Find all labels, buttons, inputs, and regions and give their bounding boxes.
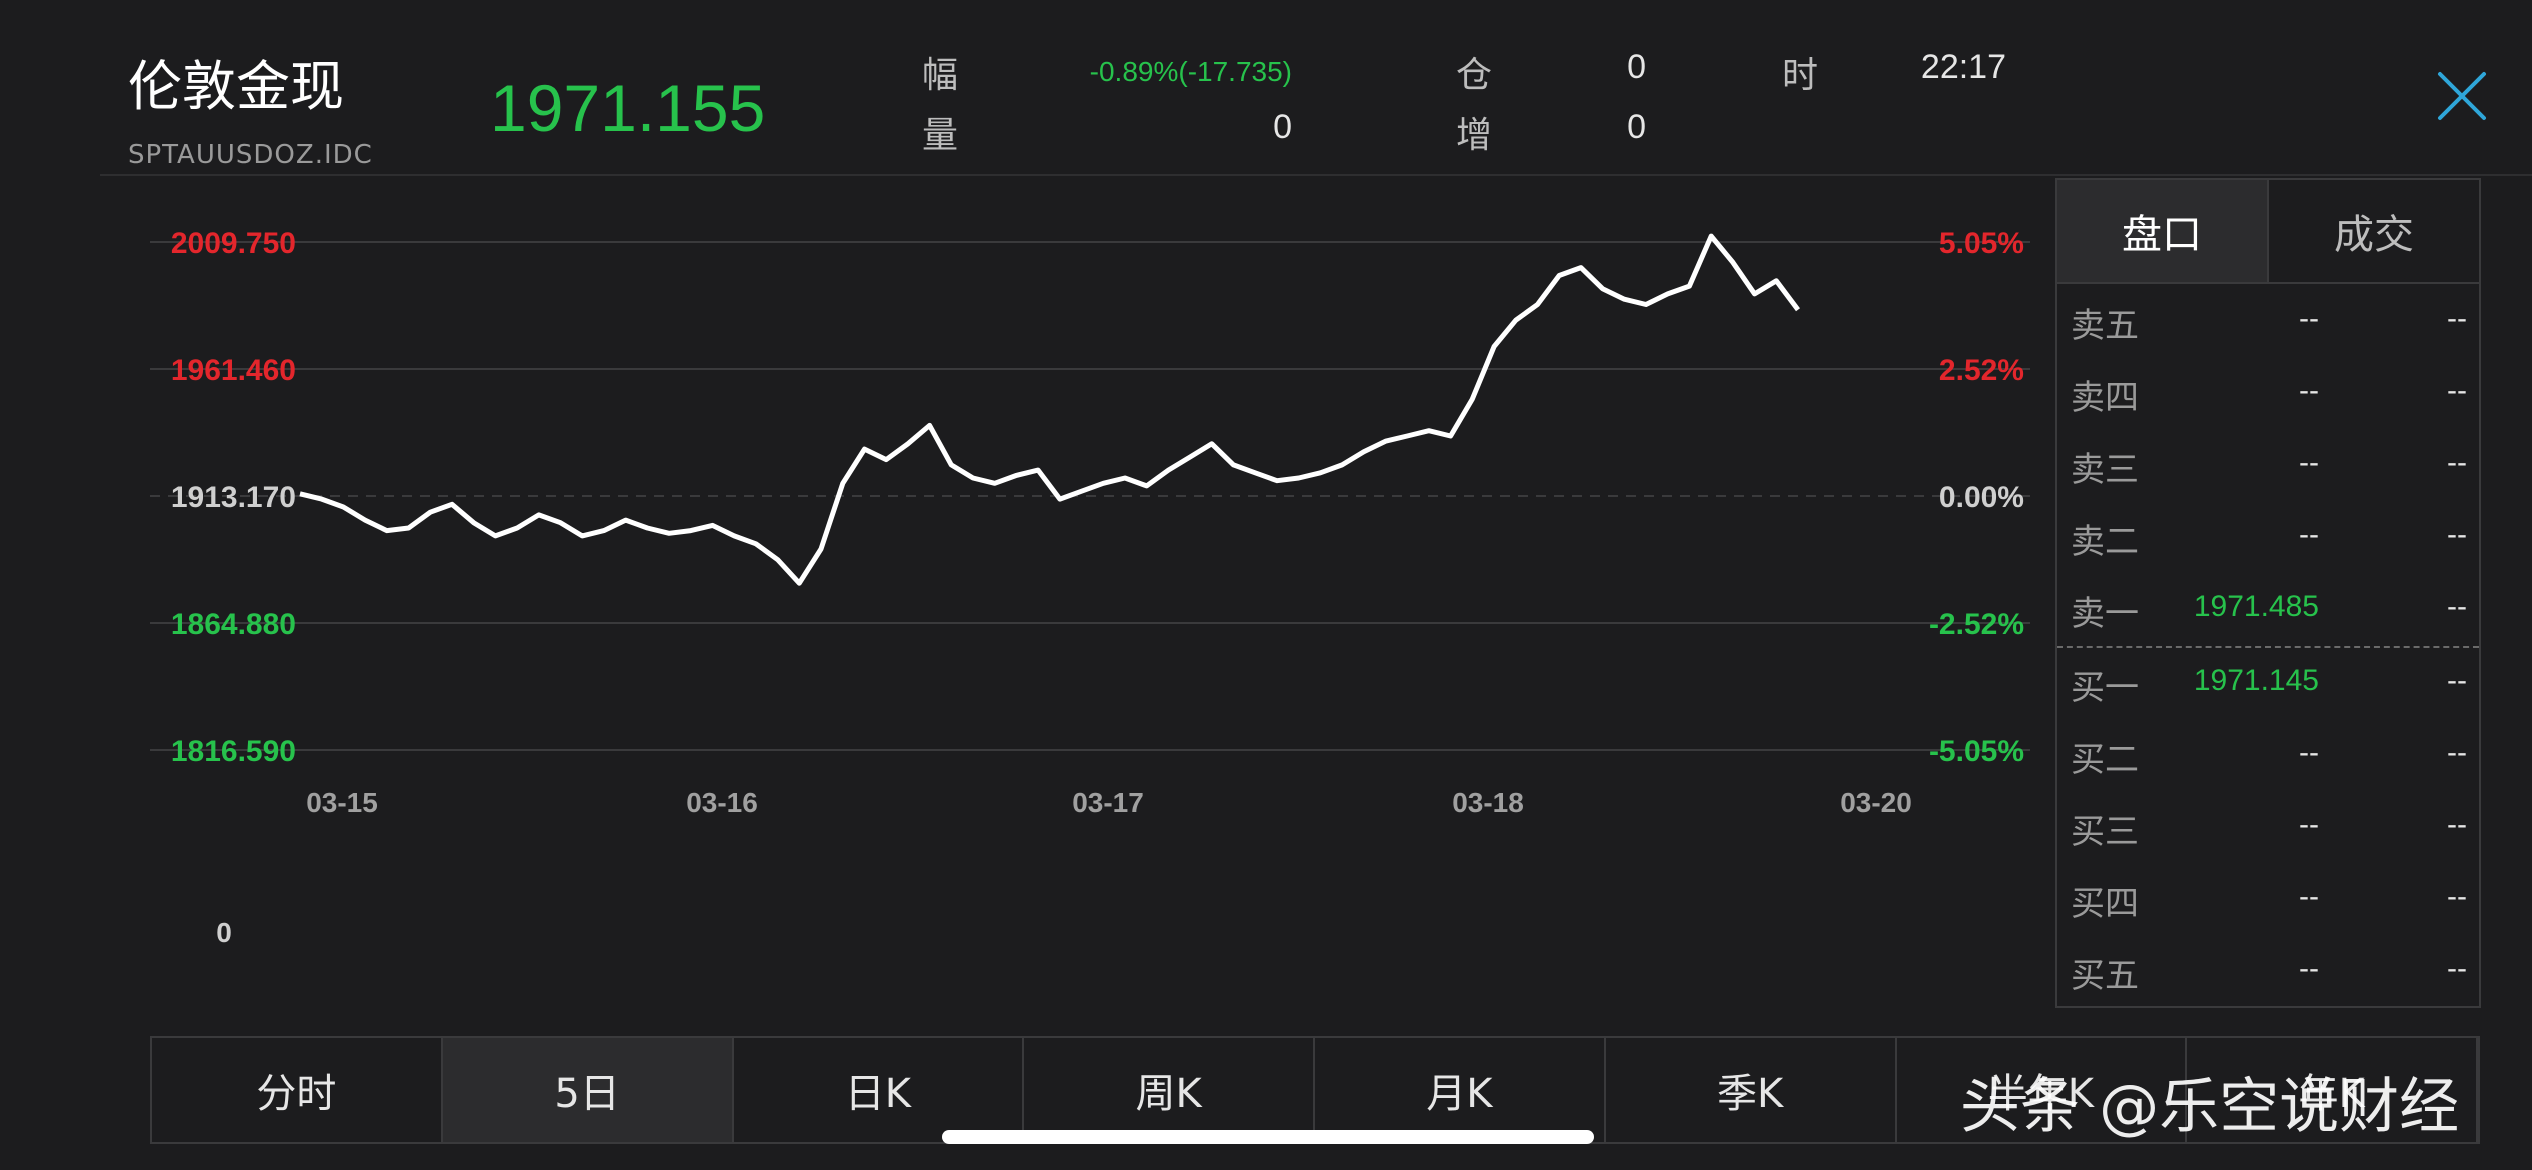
tab-order-book[interactable]: 盘口 bbox=[2057, 180, 2269, 282]
chart-grid bbox=[150, 241, 2030, 751]
order-book-volume: -- bbox=[2447, 302, 2467, 335]
x-tick: 03-15 bbox=[306, 787, 378, 818]
order-book-panel: 盘口 成交 卖五 -- -- 卖四 -- -- 卖三 -- -- 卖二 -- -- 卖一 1971.485… bbox=[2055, 178, 2481, 1008]
order-book-price: -- bbox=[2299, 374, 2319, 407]
order-book-row: 卖四 -- -- bbox=[2057, 358, 2479, 430]
y-tick-left: 1816.590 bbox=[171, 735, 296, 768]
home-indicator[interactable] bbox=[942, 1130, 1594, 1144]
order-book-level-label: 卖五 bbox=[2071, 306, 2139, 346]
order-book-volume: -- bbox=[2447, 518, 2467, 551]
order-book-price: -- bbox=[2299, 808, 2319, 841]
period-tab[interactable]: 日K bbox=[734, 1038, 1025, 1142]
order-book-volume: -- bbox=[2447, 446, 2467, 479]
y-tick-left: 1864.880 bbox=[171, 608, 296, 641]
order-book-tabs: 盘口 成交 bbox=[2057, 180, 2479, 284]
order-book-level-label: 买四 bbox=[2071, 884, 2139, 924]
x-axis: 03-15 03-16 03-17 03-18 03-20 bbox=[306, 787, 1912, 818]
y-tick-right: 2.52% bbox=[1939, 354, 2024, 387]
watermark-text: 头条 @乐空说财经 bbox=[1960, 1072, 2460, 1142]
order-book-volume: -- bbox=[2447, 590, 2467, 623]
order-book-level-label: 卖四 bbox=[2071, 378, 2139, 418]
period-tab[interactable]: 周K bbox=[1024, 1038, 1315, 1142]
order-book-volume: -- bbox=[2447, 374, 2467, 407]
order-book-price: -- bbox=[2299, 736, 2319, 769]
order-book-price: -- bbox=[2299, 302, 2319, 335]
order-book-row: 买一 1971.145 -- bbox=[2057, 648, 2479, 720]
order-book-price: 1971.145 bbox=[2193, 664, 2319, 697]
order-book-row: 卖一 1971.485 -- bbox=[2057, 574, 2479, 646]
y-tick-right: 5.05% bbox=[1939, 227, 2024, 260]
order-book-volume: -- bbox=[2447, 736, 2467, 769]
x-tick: 03-17 bbox=[1072, 787, 1144, 818]
order-book-volume: -- bbox=[2447, 808, 2467, 841]
x-tick: 03-16 bbox=[686, 787, 758, 818]
order-book-row: 买四 -- -- bbox=[2057, 864, 2479, 936]
y-axis-right: 5.05% 2.52% 0.00% -2.52% -5.05% bbox=[1929, 227, 2024, 768]
order-book-row: 买二 -- -- bbox=[2057, 720, 2479, 792]
order-book-level-label: 卖三 bbox=[2071, 450, 2139, 490]
order-book-price: -- bbox=[2299, 446, 2319, 479]
order-book-row: 卖五 -- -- bbox=[2057, 286, 2479, 358]
order-book-level-label: 买一 bbox=[2071, 668, 2139, 708]
order-book-row: 买五 -- -- bbox=[2057, 936, 2479, 1008]
order-book-row: 卖三 -- -- bbox=[2057, 430, 2479, 502]
y-tick-right: -2.52% bbox=[1929, 608, 2024, 641]
order-book-volume: -- bbox=[2447, 952, 2467, 985]
order-book-price: -- bbox=[2299, 880, 2319, 913]
order-book-level-label: 买三 bbox=[2071, 812, 2139, 852]
price-line-series bbox=[299, 233, 1800, 586]
order-book-volume: -- bbox=[2447, 880, 2467, 913]
order-book-price: -- bbox=[2299, 952, 2319, 985]
y-tick-left: 1961.460 bbox=[171, 354, 296, 387]
tab-trades[interactable]: 成交 bbox=[2269, 180, 2479, 282]
order-book-price: 1971.485 bbox=[2193, 590, 2319, 623]
order-book-price: -- bbox=[2299, 518, 2319, 551]
volume-axis-label: 0 bbox=[216, 917, 232, 948]
y-tick-left: 2009.750 bbox=[171, 227, 296, 260]
x-tick: 03-20 bbox=[1840, 787, 1912, 818]
period-tab[interactable]: 月K bbox=[1315, 1038, 1606, 1142]
order-book-level-label: 卖二 bbox=[2071, 522, 2139, 562]
period-tab[interactable]: 季K bbox=[1606, 1038, 1897, 1142]
order-book-level-label: 买五 bbox=[2071, 956, 2139, 996]
y-tick-left: 1913.170 bbox=[171, 481, 296, 514]
x-tick: 03-18 bbox=[1452, 787, 1524, 818]
order-book-rows: 卖五 -- -- 卖四 -- -- 卖三 -- -- 卖二 -- -- 卖一 1971.485 -- 买一 19… bbox=[2057, 286, 2479, 1008]
y-tick-right: -5.05% bbox=[1929, 735, 2024, 768]
period-tab[interactable]: 分时 bbox=[152, 1038, 443, 1142]
y-axis-left: 2009.750 1961.460 1913.170 1864.880 1816.590 bbox=[171, 227, 296, 768]
order-book-level-label: 卖一 bbox=[2071, 594, 2139, 634]
period-tab[interactable]: 5日 bbox=[442, 1038, 734, 1142]
y-tick-right: 0.00% bbox=[1939, 481, 2024, 514]
order-book-row: 卖二 -- -- bbox=[2057, 502, 2479, 574]
order-book-row: 买三 -- -- bbox=[2057, 792, 2479, 864]
order-book-volume: -- bbox=[2447, 664, 2467, 697]
order-book-level-label: 买二 bbox=[2071, 740, 2139, 780]
